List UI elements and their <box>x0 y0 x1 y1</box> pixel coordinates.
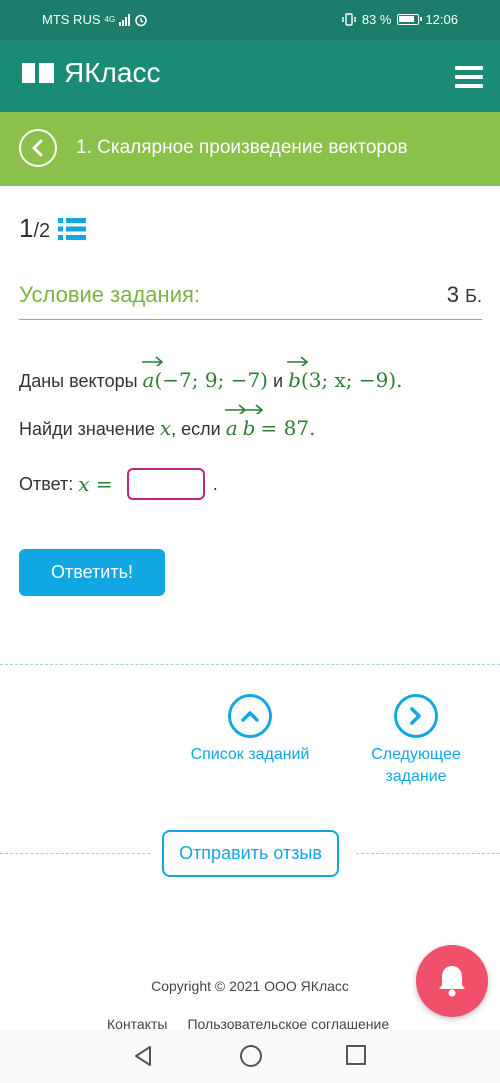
clock: 12:06 <box>425 12 458 27</box>
topic-bar: 1. Скалярное произведение векторов <box>0 112 500 186</box>
task-text-line-2: Найди значение x , если a b = 87. <box>19 400 315 440</box>
vector-b-product: b <box>241 402 263 440</box>
vector-arrow-icon <box>241 404 263 414</box>
back-triangle-icon[interactable] <box>132 1044 154 1068</box>
task-text-line-1: Даны векторы a (−7; 9; −7) и b (3; x; −9… <box>19 352 403 392</box>
progress-total: /2 <box>33 220 51 242</box>
recents-square-icon[interactable] <box>345 1044 367 1066</box>
menu-button[interactable] <box>455 66 483 88</box>
answer-suffix: . <box>212 473 218 494</box>
task-points: 3 Б. <box>447 282 482 308</box>
notifications-button[interactable] <box>416 945 488 1017</box>
vibrate-icon <box>342 13 356 26</box>
condition-header: Условие задания: 3 Б. <box>19 282 482 320</box>
hamburger-icon-line <box>455 84 483 88</box>
battery-icon <box>397 14 423 25</box>
next-task-label-2: задание <box>385 768 447 785</box>
vector-a-product-name: a <box>225 416 238 440</box>
progress-current: 1 <box>19 213 34 243</box>
conjunction: и <box>273 371 284 391</box>
chevron-left-icon <box>32 139 43 157</box>
carrier-label: MTS RUS <box>42 12 101 27</box>
variable-x: x <box>160 416 171 440</box>
back-button[interactable] <box>19 129 57 167</box>
network-type-label: 4G <box>104 14 116 24</box>
hamburger-icon <box>455 66 483 70</box>
divider <box>0 664 500 665</box>
vector-b-name: b <box>288 368 301 392</box>
bell-icon <box>439 966 465 997</box>
task-question-if: , если <box>171 419 221 439</box>
vector-arrow-icon <box>287 356 309 366</box>
next-task-label-1: Следующее <box>371 746 461 763</box>
condition-title: Условие задания: <box>19 282 201 307</box>
answer-label: Ответ: <box>19 473 74 494</box>
vector-a-name: a <box>142 368 155 392</box>
answer-variable-text: x = <box>78 472 113 496</box>
status-bar: MTS RUS 4G 83 % 12:06 <box>0 0 500 40</box>
vector-b-product-name: b <box>242 416 256 440</box>
send-feedback-button[interactable]: Отправить отзыв <box>162 830 339 877</box>
answer-row: Ответ: x = . <box>19 468 218 500</box>
submit-answer-button[interactable]: Ответить! <box>19 549 165 596</box>
vector-a: a <box>141 354 163 392</box>
network-type-text: 4G <box>104 14 116 24</box>
divider-right <box>356 853 500 854</box>
vector-b-coords: (3; x; −9). <box>300 368 403 392</box>
task-progress: 1/2 <box>19 213 87 244</box>
points-unit: Б. <box>465 286 482 306</box>
task-text-prefix: Даны векторы <box>19 371 138 391</box>
chevron-up-icon <box>228 694 272 738</box>
vector-a-product: a <box>224 402 246 440</box>
divider-left <box>0 853 150 854</box>
answer-variable: x = <box>78 472 112 496</box>
topic-title: 1. Скалярное произведение векторов <box>76 137 408 158</box>
product-value: = 87. <box>260 416 316 440</box>
vector-b: b <box>287 354 309 392</box>
chevron-right-icon <box>394 694 438 738</box>
system-nav-bar <box>0 1030 500 1083</box>
vector-arrow-icon <box>141 356 163 366</box>
alarm-icon <box>135 14 147 26</box>
task-question-prefix: Найди значение <box>19 419 155 439</box>
vector-a-coords: (−7; 9; −7) <box>154 368 268 392</box>
points-value: 3 <box>446 282 460 307</box>
battery-percent: 83 % <box>361 12 392 27</box>
logo-text: ЯКласс <box>64 57 161 88</box>
book-icon <box>22 63 54 83</box>
variable-x-text: x <box>159 416 172 440</box>
logo[interactable]: ЯКласс <box>20 57 160 89</box>
home-circle-icon[interactable] <box>239 1044 263 1068</box>
task-list-link[interactable]: Список заданий <box>184 694 316 766</box>
signal-icon <box>119 13 131 26</box>
answer-input[interactable] <box>126 468 205 500</box>
next-task-link[interactable]: Следующее задание <box>360 694 472 788</box>
list-icon[interactable] <box>58 217 87 241</box>
app-header: ЯКласс <box>0 40 500 112</box>
task-list-label: Список заданий <box>190 746 310 763</box>
hamburger-icon-line <box>455 75 483 79</box>
